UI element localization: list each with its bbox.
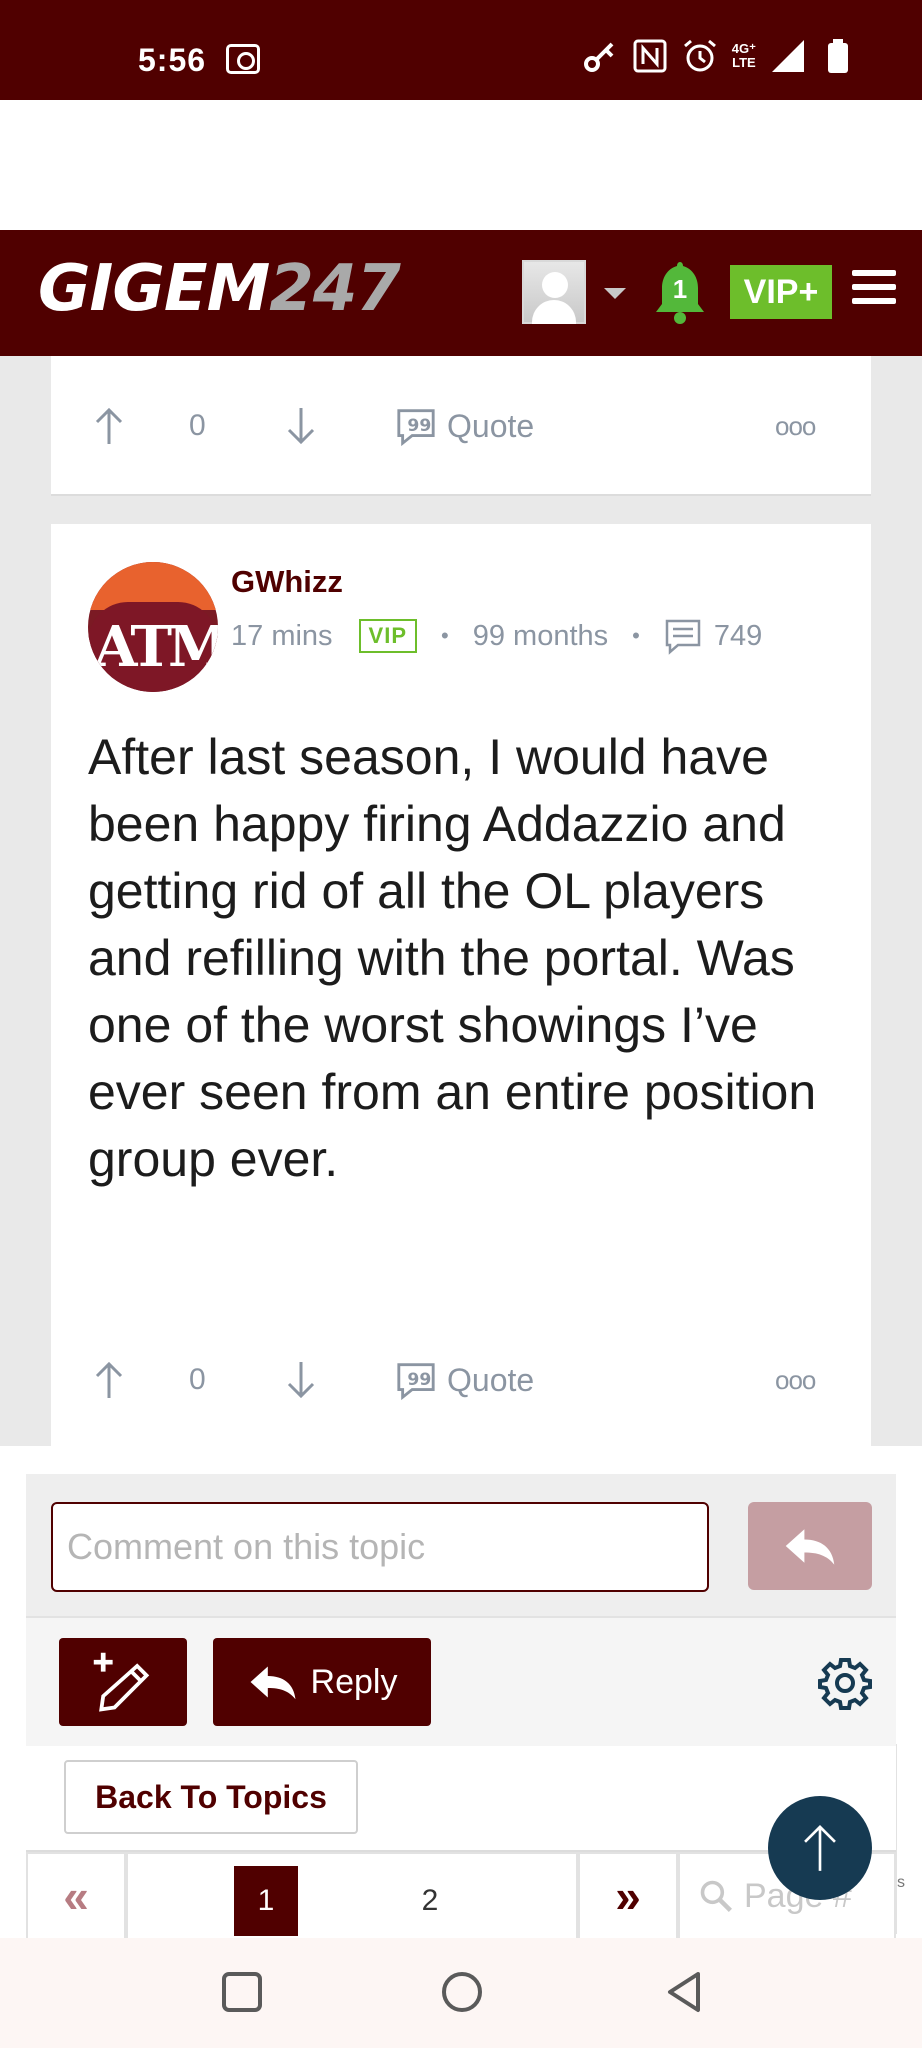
status-time: 5:56 [138, 42, 207, 78]
downvote-icon[interactable] [283, 396, 319, 456]
post-actions: 0 99 Quote ooo [51, 396, 871, 456]
quote-label: Quote [447, 1361, 535, 1398]
post-body: After last season, I would have been hap… [88, 729, 817, 1187]
comment-submit-button[interactable] [748, 1502, 872, 1590]
battery-icon [820, 38, 856, 74]
quote-icon: 99 [397, 409, 435, 447]
post-count: 749 [713, 619, 763, 652]
quote-icon: 99 [397, 1363, 435, 1401]
page-list: 1 2 [126, 1852, 578, 1940]
upvote-icon[interactable] [91, 396, 127, 456]
post-actions: 0 99 Quote ooo [51, 1350, 871, 1410]
post-author-avatar[interactable]: ATM [88, 562, 218, 692]
arrow-up-icon [804, 1825, 836, 1871]
separator-dot: • [632, 623, 640, 648]
post-time: 17 mins [231, 619, 333, 652]
downvote-icon[interactable] [283, 1350, 319, 1410]
notification-count: 1 [672, 274, 688, 304]
nfc-icon [632, 38, 668, 74]
alarm-icon [682, 38, 718, 74]
chevron-down-icon[interactable] [604, 288, 626, 299]
status-icons: 4G⁺ LTE [582, 38, 856, 74]
reply-button[interactable]: Reply [213, 1638, 431, 1726]
menu-icon[interactable] [852, 270, 896, 310]
notification-bell[interactable]: 1 [650, 258, 710, 326]
browser-blank-area [0, 100, 922, 230]
network-type: 4G⁺ LTE [731, 41, 756, 70]
pagination: « 1 2 » [26, 1850, 896, 1940]
vip-badge: VIP [358, 619, 418, 653]
last-page-button[interactable]: » [578, 1852, 678, 1940]
system-nav-bar [0, 1938, 922, 2048]
quote-label: Quote [447, 407, 535, 444]
more-options-icon[interactable]: ooo [775, 396, 816, 456]
quote-button[interactable]: 99 Quote [395, 396, 534, 456]
avatar-logo-text: ATM [94, 614, 218, 680]
status-bar: 5:56 4G⁺ LTE [0, 0, 922, 100]
recaptcha-badge: s [896, 1744, 922, 1934]
search-icon [700, 1880, 732, 1912]
member-tenure: 99 months [472, 619, 609, 652]
svg-text:99: 99 [407, 1370, 431, 1390]
pencil-plus-icon [93, 1652, 150, 1712]
back-to-topics-button[interactable]: Back To Topics [64, 1760, 358, 1834]
scroll-to-top-button[interactable] [768, 1796, 872, 1900]
comment-count-icon [665, 619, 701, 655]
separator-dot: • [441, 623, 449, 648]
post-card: ATM GWhizz 17 mins VIP • 99 months • 749… [51, 524, 871, 1450]
topic-toolbar: Reply [26, 1618, 896, 1746]
page-1-button[interactable]: 1 [234, 1866, 298, 1936]
new-topic-button[interactable] [59, 1638, 187, 1726]
user-avatar[interactable] [522, 260, 586, 324]
site-logo[interactable]: GIGEM247 [38, 252, 401, 326]
reply-arrow-icon [785, 1529, 835, 1565]
quote-button[interactable]: 99 Quote [395, 1350, 534, 1410]
comment-bar [26, 1474, 896, 1618]
upvote-icon[interactable] [91, 1350, 127, 1410]
vip-plus-button[interactable]: VIP+ [730, 265, 832, 319]
signal-icon [770, 38, 806, 74]
first-page-button[interactable]: « [26, 1852, 126, 1940]
page-2-button[interactable]: 2 [398, 1866, 462, 1936]
svg-text:99: 99 [407, 416, 431, 436]
more-options-icon[interactable]: ooo [775, 1350, 816, 1410]
gear-icon[interactable] [818, 1656, 872, 1710]
reply-arrow-icon [250, 1666, 295, 1700]
post-author-name[interactable]: GWhizz [231, 564, 343, 600]
reply-label: Reply [310, 1662, 398, 1701]
vote-count: 0 [189, 409, 206, 442]
back-icon[interactable] [660, 1968, 708, 2016]
comment-input[interactable] [51, 1502, 709, 1592]
home-icon[interactable] [438, 1968, 486, 2016]
post-meta: 17 mins VIP • 99 months • 749 [231, 616, 762, 656]
back-area: Back To Topics [26, 1746, 896, 1848]
previous-post-card: 0 99 Quote ooo [51, 356, 871, 496]
screen-record-icon [226, 44, 260, 74]
recents-icon[interactable] [218, 1968, 266, 2016]
vote-count: 0 [189, 1363, 206, 1396]
vpn-key-icon [582, 38, 618, 74]
